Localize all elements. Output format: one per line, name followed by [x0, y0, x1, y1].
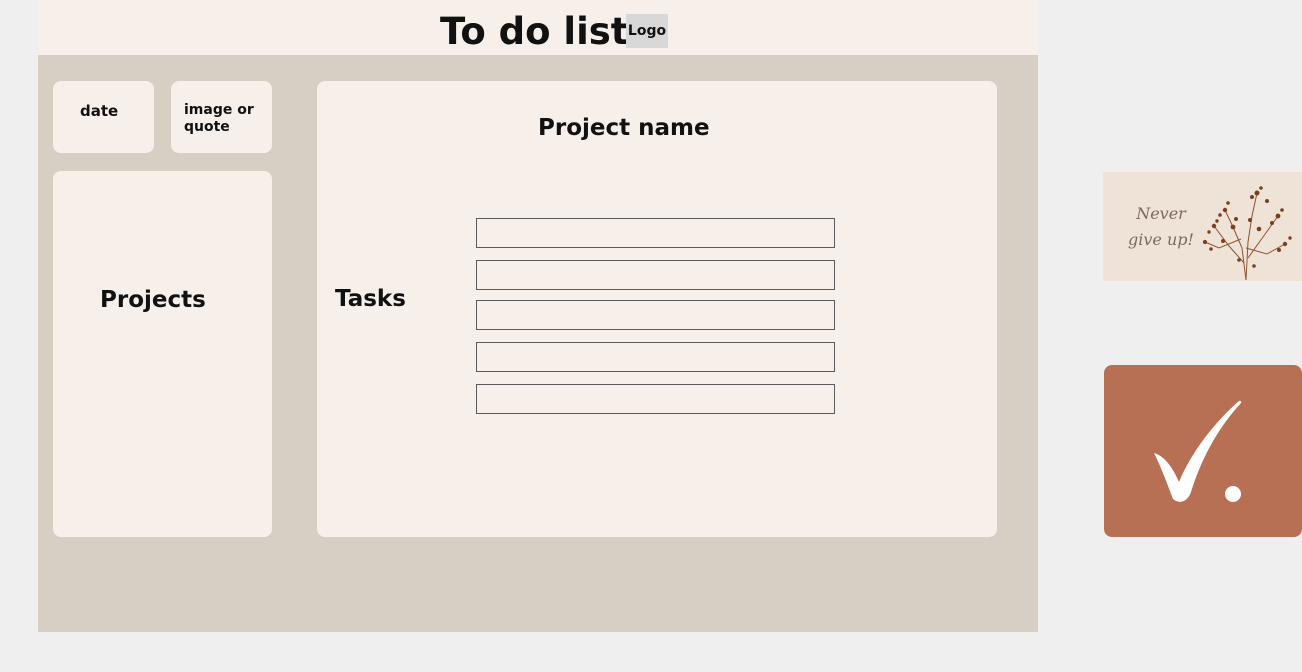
task-field-1[interactable] [476, 218, 835, 248]
task-field-5[interactable] [476, 384, 835, 414]
completed-badge [1104, 365, 1302, 537]
checkmark-icon [1154, 400, 1242, 502]
image-or-quote-label: image or quote [184, 102, 254, 135]
date-card: date [53, 81, 154, 153]
page-title: To do list [440, 10, 629, 53]
projects-panel: Projects [53, 171, 272, 537]
task-field-2[interactable] [476, 260, 835, 290]
projects-title: Projects [100, 287, 206, 313]
quote-image: Never give up! [1103, 172, 1302, 281]
logo: Logo [626, 14, 668, 48]
project-name: Project name [538, 115, 710, 141]
project-panel: Project name Tasks [317, 81, 997, 537]
date-label: date [80, 102, 119, 120]
todo-frame: To do list Logo date image or quote Proj… [38, 0, 1038, 632]
image-or-quote-card: image or quote [171, 81, 272, 153]
dried-flowers-icon [1202, 186, 1292, 281]
task-field-3[interactable] [476, 300, 835, 330]
tasks-label: Tasks [335, 286, 406, 312]
task-field-4[interactable] [476, 342, 835, 372]
header: To do list Logo [38, 0, 1038, 55]
